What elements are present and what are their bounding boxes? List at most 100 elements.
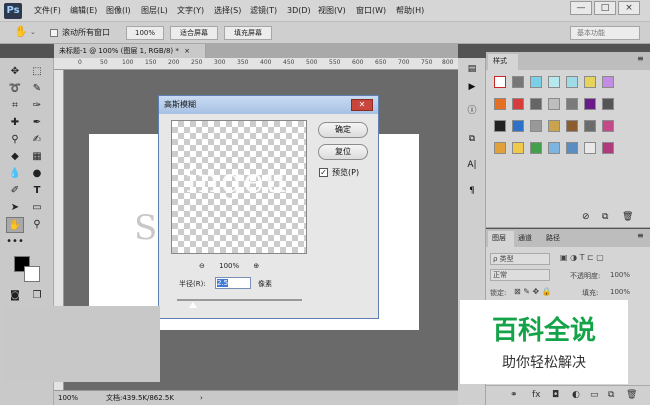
new-style-icon[interactable]: ⧉ — [602, 212, 608, 222]
styles-tab[interactable]: 样式 — [488, 54, 518, 70]
style-swatch[interactable] — [566, 76, 578, 88]
hand-tool-icon[interactable]: ✋ — [6, 217, 24, 233]
opacity-value[interactable]: 100% — [610, 271, 630, 279]
style-swatch[interactable] — [512, 76, 524, 88]
style-swatch[interactable] — [512, 142, 524, 154]
move-tool-icon[interactable]: ✥ — [6, 64, 24, 80]
style-swatch[interactable] — [530, 98, 542, 110]
eraser-tool-icon[interactable]: ◆ — [6, 149, 24, 165]
style-swatch[interactable] — [548, 120, 560, 132]
maximize-button[interactable]: □ — [594, 1, 616, 15]
shape-tool-icon[interactable]: ▭ — [28, 200, 46, 216]
menu-type[interactable]: 文字(Y) — [177, 0, 204, 22]
menu-select[interactable]: 选择(S) — [214, 0, 241, 22]
fill-screen-button[interactable]: 填充屏幕 — [224, 26, 272, 40]
style-swatch[interactable] — [512, 120, 524, 132]
style-swatch[interactable] — [494, 98, 506, 110]
status-arrow-icon[interactable]: › — [200, 391, 203, 405]
menu-filter[interactable]: 滤镜(T) — [250, 0, 277, 22]
group-icon[interactable]: ▭ — [590, 390, 599, 400]
menu-view[interactable]: 视图(V) — [318, 0, 346, 22]
style-swatch[interactable] — [602, 120, 614, 132]
quick-mask-icon[interactable]: ◙ — [6, 288, 24, 304]
background-color-swatch[interactable] — [24, 266, 40, 282]
character-icon[interactable]: A| — [465, 158, 479, 172]
style-swatch[interactable] — [602, 142, 614, 154]
radius-input[interactable]: 2.5 — [215, 277, 251, 289]
style-swatch[interactable] — [566, 142, 578, 154]
menu-edit[interactable]: 编辑(E) — [70, 0, 97, 22]
blur-tool-icon[interactable]: 💧 — [6, 166, 24, 182]
fill-value[interactable]: 100% — [610, 288, 630, 296]
marquee-tool-icon[interactable]: ⬚ — [28, 64, 46, 80]
crop-tool-icon[interactable]: ⌗ — [6, 98, 24, 114]
style-swatch[interactable] — [566, 120, 578, 132]
style-swatch[interactable] — [584, 76, 596, 88]
clone-source-icon[interactable]: ⧉ — [465, 132, 479, 146]
style-swatch[interactable] — [530, 120, 542, 132]
channels-tab[interactable]: 通道 — [518, 231, 532, 245]
style-swatch[interactable] — [530, 76, 542, 88]
radius-slider[interactable] — [177, 299, 302, 301]
layers-list[interactable] — [4, 306, 160, 382]
zoom-tool-icon[interactable]: ⚲ — [28, 217, 46, 233]
history-brush-icon[interactable]: ✍ — [28, 132, 46, 148]
screen-mode-icon[interactable]: ❐ — [28, 288, 46, 304]
chevron-down-icon[interactable]: ⌄ — [30, 28, 36, 36]
paragraph-icon[interactable]: ¶ — [465, 184, 479, 198]
menu-layer[interactable]: 图层(L) — [141, 0, 168, 22]
status-zoom[interactable]: 100% — [58, 391, 78, 405]
dodge-tool-icon[interactable]: ● — [28, 166, 46, 182]
mask-icon[interactable]: ◘ — [552, 390, 559, 400]
fx-icon[interactable]: fx — [532, 390, 541, 400]
zoom-out-icon[interactable]: ⊖ — [199, 262, 205, 270]
filter-icons[interactable]: ▣ ◑ T ⊏ ▢ — [560, 253, 604, 262]
panel-menu-icon[interactable]: ≡ — [637, 231, 644, 240]
zoom-100-button[interactable]: 100% — [126, 26, 164, 40]
dialog-close-button[interactable]: ✕ — [351, 99, 373, 111]
zoom-in-icon[interactable]: ⊕ — [253, 262, 259, 270]
style-swatch[interactable] — [548, 98, 560, 110]
reset-button[interactable]: 复位 — [318, 144, 368, 160]
new-layer-icon[interactable]: ⧉ — [608, 390, 614, 400]
type-tool-icon[interactable]: T — [28, 183, 46, 199]
style-swatch[interactable] — [494, 76, 506, 88]
info-icon[interactable]: ⓘ — [465, 104, 479, 118]
adjustment-icon[interactable]: ◐ — [572, 390, 580, 400]
style-swatch[interactable] — [548, 142, 560, 154]
style-swatch[interactable] — [494, 120, 506, 132]
style-swatch[interactable] — [494, 142, 506, 154]
ok-button[interactable]: 确定 — [318, 122, 368, 138]
lock-icons[interactable]: ⊠ ✎ ✥ 🔒 — [514, 287, 552, 296]
tab-close-icon[interactable]: × — [184, 47, 190, 55]
workspace-select[interactable]: 基本功能 — [570, 26, 640, 40]
scroll-all-checkbox[interactable] — [50, 29, 58, 37]
menu-image[interactable]: 图像(I) — [106, 0, 131, 22]
link-layers-icon[interactable]: ⚭ — [510, 390, 518, 400]
paths-tab[interactable]: 路径 — [546, 231, 560, 245]
history-icon[interactable]: ▤ — [465, 62, 479, 76]
lasso-tool-icon[interactable]: ➰ — [6, 81, 24, 97]
style-swatch[interactable] — [530, 142, 542, 154]
style-swatch[interactable] — [548, 76, 560, 88]
preview-checkbox[interactable]: ✓ — [319, 168, 328, 177]
clone-stamp-icon[interactable]: ⚲ — [6, 132, 24, 148]
clear-style-icon[interactable]: ⊘ — [582, 212, 590, 222]
document-tab[interactable]: 未标题-1 @ 100% (图层 1, RGB/8) * × — [54, 44, 206, 58]
brush-tool-icon[interactable]: ✒ — [28, 115, 46, 131]
style-swatch[interactable] — [602, 98, 614, 110]
close-button[interactable]: × — [618, 1, 640, 15]
style-swatch[interactable] — [512, 98, 524, 110]
path-select-icon[interactable]: ➤ — [6, 200, 24, 216]
blur-preview[interactable]: ingeu — [171, 120, 307, 254]
style-swatch[interactable] — [584, 120, 596, 132]
pen-tool-icon[interactable]: ✐ — [6, 183, 24, 199]
delete-style-icon[interactable]: 🗑 — [622, 212, 633, 222]
delete-layer-icon[interactable]: 🗑 — [626, 390, 637, 400]
style-swatch[interactable] — [602, 76, 614, 88]
menu-help[interactable]: 帮助(H) — [396, 0, 424, 22]
layer-filter-kind[interactable]: ρ 类型 — [490, 253, 550, 265]
healing-brush-icon[interactable]: ✚ — [6, 115, 24, 131]
style-swatch[interactable] — [584, 98, 596, 110]
slider-thumb[interactable] — [189, 302, 197, 308]
